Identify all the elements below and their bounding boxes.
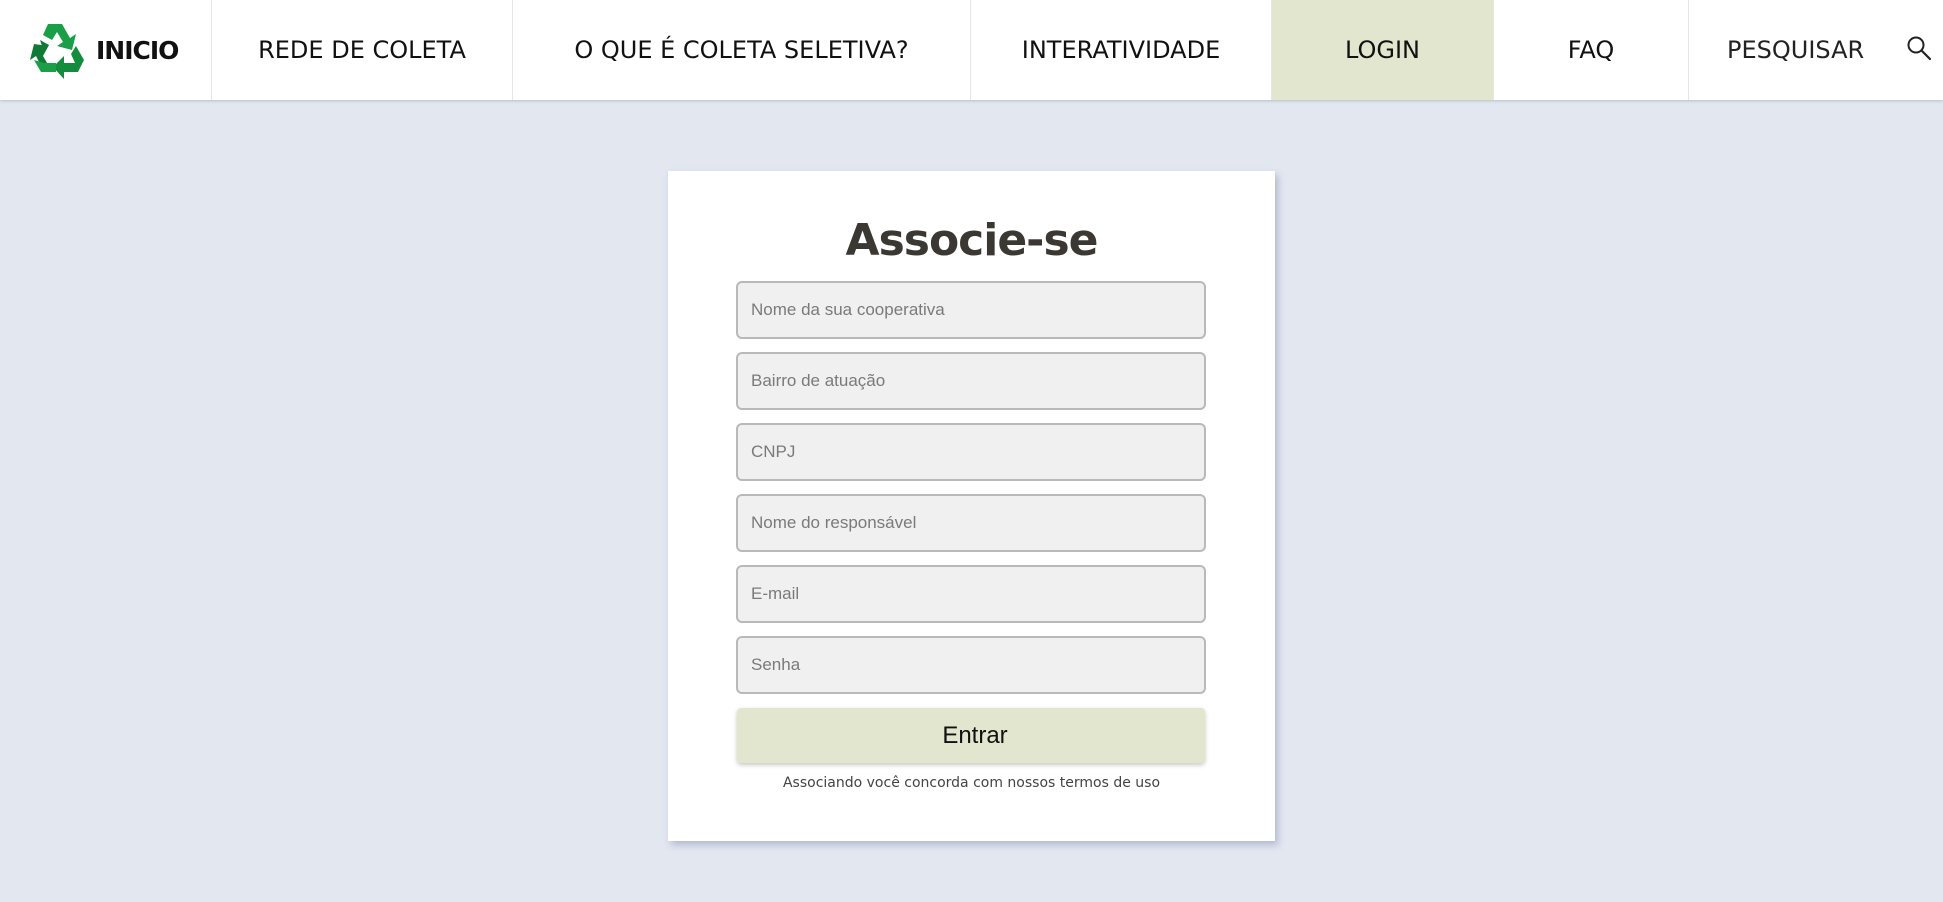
nav-home-link[interactable]: INICIO xyxy=(0,0,212,100)
signup-card: Associe-se Entrar Associando você concor… xyxy=(668,171,1275,841)
nav-item-label: REDE DE COLETA xyxy=(258,36,466,64)
nav-item-faq[interactable]: FAQ xyxy=(1494,0,1689,100)
nav-item-label: O QUE É COLETA SELETIVA? xyxy=(574,36,909,64)
terms-text: Associando você concorda com nossos term… xyxy=(782,775,1161,791)
form-title: Associe-se xyxy=(845,215,1099,266)
password-input[interactable] xyxy=(736,636,1206,694)
nav-item-coleta-seletiva[interactable]: O QUE É COLETA SELETIVA? xyxy=(513,0,971,100)
nav-item-label: INTERATIVIDADE xyxy=(1021,36,1221,64)
nav-item-label: LOGIN xyxy=(1344,36,1421,64)
nav-item-interatividade[interactable]: INTERATIVIDADE xyxy=(971,0,1272,100)
cooperativa-name-input[interactable] xyxy=(736,281,1206,339)
nav-home-label: INICIO xyxy=(96,35,179,65)
email-input[interactable] xyxy=(736,565,1206,623)
search-icon[interactable] xyxy=(1906,35,1932,61)
bairro-input[interactable] xyxy=(736,352,1206,410)
nav-item-rede-de-coleta[interactable]: REDE DE COLETA xyxy=(212,0,513,100)
cnpj-input[interactable] xyxy=(736,423,1206,481)
submit-button[interactable]: Entrar xyxy=(737,708,1205,763)
recycle-icon xyxy=(26,18,90,82)
top-navbar: INICIO REDE DE COLETA O QUE É COLETA SEL… xyxy=(0,0,1943,100)
nav-search[interactable]: PESQUISAR xyxy=(1689,0,1943,100)
nav-item-label: FAQ xyxy=(1567,36,1615,64)
responsavel-input[interactable] xyxy=(736,494,1206,552)
search-label: PESQUISAR xyxy=(1727,36,1865,64)
nav-item-login[interactable]: LOGIN xyxy=(1272,0,1494,100)
